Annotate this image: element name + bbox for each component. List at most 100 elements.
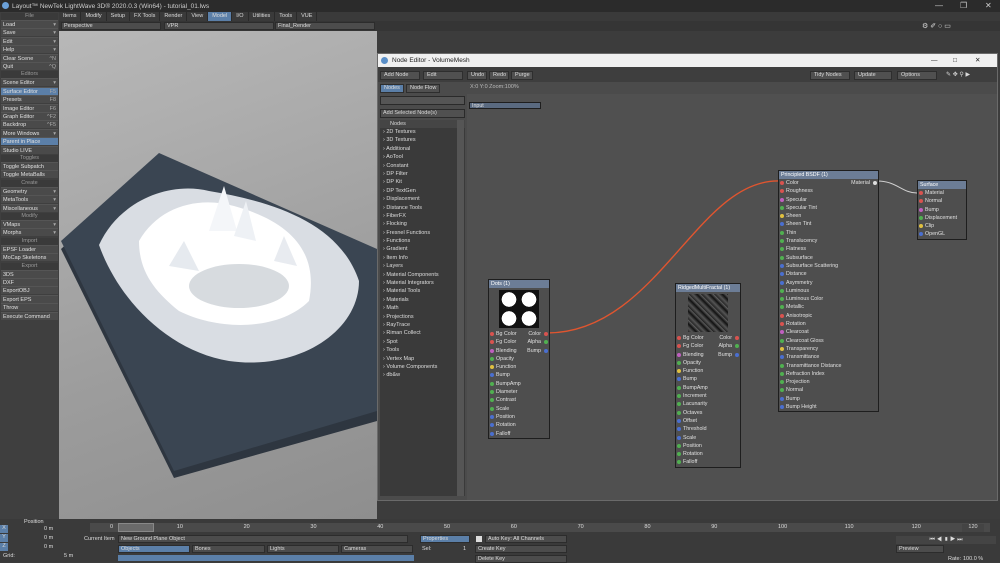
port-dot[interactable] [677,452,681,457]
left-button-3-1[interactable]: MetaTools ▾ [1,195,58,204]
node-input-port[interactable]: Specular Tint [779,204,878,212]
node-category-item[interactable]: › Volume Components [380,363,465,371]
left-button-1-3[interactable]: Image Editor F6 [1,103,58,112]
node-input-port[interactable]: Color Material [779,179,878,187]
menu-tab-0[interactable]: Items [59,12,82,21]
left-button-0-1[interactable]: Save ▾ [1,28,58,37]
edit-button[interactable]: Edit [423,71,463,80]
playback-controls[interactable]: ⏮ ◀ ▮ ▶ ⏭ [896,536,996,544]
port-dot[interactable] [780,205,784,210]
port-dot[interactable] [677,427,681,432]
port-dot[interactable] [490,340,494,345]
left-button-0-5[interactable]: Quit ^Q [1,62,58,70]
menu-tab-6[interactable]: Model [208,12,233,21]
node-input-port[interactable]: OpenGL [918,230,966,238]
node-input-port[interactable]: Normal [779,386,878,394]
ridged-node[interactable]: RidgedMultiFractal (1) Bg Color Color Fg Co… [675,283,741,468]
node-input-port[interactable]: Bump [489,371,549,379]
node-input-port[interactable]: BumpAmp [676,384,740,392]
left-button-6-4[interactable]: Throw [1,303,58,312]
port-dot[interactable] [780,405,784,410]
node-input-port[interactable]: Sheen Tint [779,220,878,228]
output-port-dot[interactable] [735,336,739,340]
redo-button[interactable]: Redo [489,71,509,80]
menu-tab-9[interactable]: Tools [275,12,298,21]
ne-maximize-icon[interactable]: □ [953,54,957,67]
port-dot[interactable] [780,189,784,194]
node-category-item[interactable]: › DP Kit [380,178,465,186]
node-category-item[interactable]: › 2D Textures [380,128,465,136]
port-dot[interactable] [919,232,923,237]
node-input-port[interactable]: Rotation [779,320,878,328]
port-dot[interactable] [677,418,681,423]
node-input-port[interactable]: Blending Bump [676,351,740,359]
node-category-item[interactable]: › RayTrace [380,321,465,329]
menu-tab-2[interactable]: Setup [107,12,131,21]
node-list-scrollbar[interactable] [457,120,464,496]
node-category-item[interactable]: › Constant [380,162,465,170]
purge-button[interactable]: Purge [511,71,533,80]
node-header[interactable]: RidgedMultiFractal (1) [676,284,740,292]
viewport[interactable] [59,31,377,519]
tab-node-flow[interactable]: Node Flow [406,84,440,93]
node-header[interactable]: Surface [918,181,966,189]
node-category-item[interactable]: › DP TextGen [380,187,465,195]
port-dot[interactable] [677,344,681,349]
node-input-port[interactable]: Bump [779,395,878,403]
bsdf-node[interactable]: Principled BSDF (1) Color Material Roughnes… [778,170,879,413]
node-input-port[interactable]: Falloff [489,430,549,438]
menu-tab-8[interactable]: Utilities [249,12,276,21]
node-input-port[interactable]: Bump Height [779,403,878,411]
port-dot[interactable] [780,255,784,260]
scene-scrubber[interactable] [118,555,414,561]
node-category-item[interactable]: › AoTool [380,153,465,161]
input-node[interactable]: Input [469,102,541,109]
left-button-4-0[interactable]: VMaps ▾ [1,220,58,228]
node-category-item[interactable]: › Riman Collect [380,329,465,337]
node-input-port[interactable]: Transmittance Distance [779,362,878,370]
bones-button[interactable]: Bones [192,545,265,553]
node-category-item[interactable]: › db&w [380,371,465,379]
output-port-dot[interactable] [873,181,877,185]
output-port-dot[interactable] [544,348,548,353]
node-category-item[interactable]: › Functions [380,237,465,245]
tidy-nodes-button[interactable]: Tidy Nodes [810,71,850,80]
port-dot[interactable] [780,230,784,235]
left-button-6-0[interactable]: 3DS [1,269,58,278]
current-item-dropdown[interactable]: New Ground Plane Object [118,535,408,543]
node-input-port[interactable]: Scale [489,405,549,413]
left-button-6-5[interactable]: Execute Command [1,311,58,320]
node-input-port[interactable]: Rotation [489,421,549,429]
port-dot[interactable] [677,352,681,357]
menu-tab-1[interactable]: Modify [81,12,107,21]
left-button-3-2[interactable]: Miscellaneous ▾ [1,203,58,212]
node-category-item[interactable]: › Vertex Map [380,355,465,363]
left-button-2-0[interactable]: Toggle Subpatch [1,162,58,170]
maximize-icon[interactable]: ❐ [960,1,967,10]
search-dropdown[interactable] [380,96,465,105]
port-dot[interactable] [780,305,784,310]
port-dot[interactable] [919,215,923,220]
node-input-port[interactable]: Position [676,442,740,450]
left-button-5-1[interactable]: MoCap Skeletons [1,253,58,262]
node-input-port[interactable]: Luminous Color [779,295,878,303]
lights-button[interactable]: Lights [267,545,339,553]
node-input-port[interactable]: Function [489,363,549,371]
port-dot[interactable] [490,431,494,436]
port-dot[interactable] [677,336,681,340]
z-value[interactable]: 0 m [44,544,53,550]
create-key-button[interactable]: Create Key [475,545,567,553]
node-input-port[interactable]: Transparency [779,345,878,353]
menu-tab-4[interactable]: Render [160,12,188,21]
output-port-dot[interactable] [735,352,739,357]
menu-tab-10[interactable]: VUE [297,12,318,21]
left-button-1-5[interactable]: Backdrop ^F5 [1,120,58,129]
node-input-port[interactable]: Diameter [489,388,549,396]
timeline-slider[interactable] [118,523,154,532]
node-input-port[interactable]: Bg Color Color [676,334,740,342]
node-category-item[interactable]: › Displacement [380,195,465,203]
y-value[interactable]: 0 m [44,535,53,541]
node-input-port[interactable]: Falloff [676,458,740,466]
add-node-button[interactable]: Add Node [380,71,420,80]
port-dot[interactable] [490,423,494,428]
